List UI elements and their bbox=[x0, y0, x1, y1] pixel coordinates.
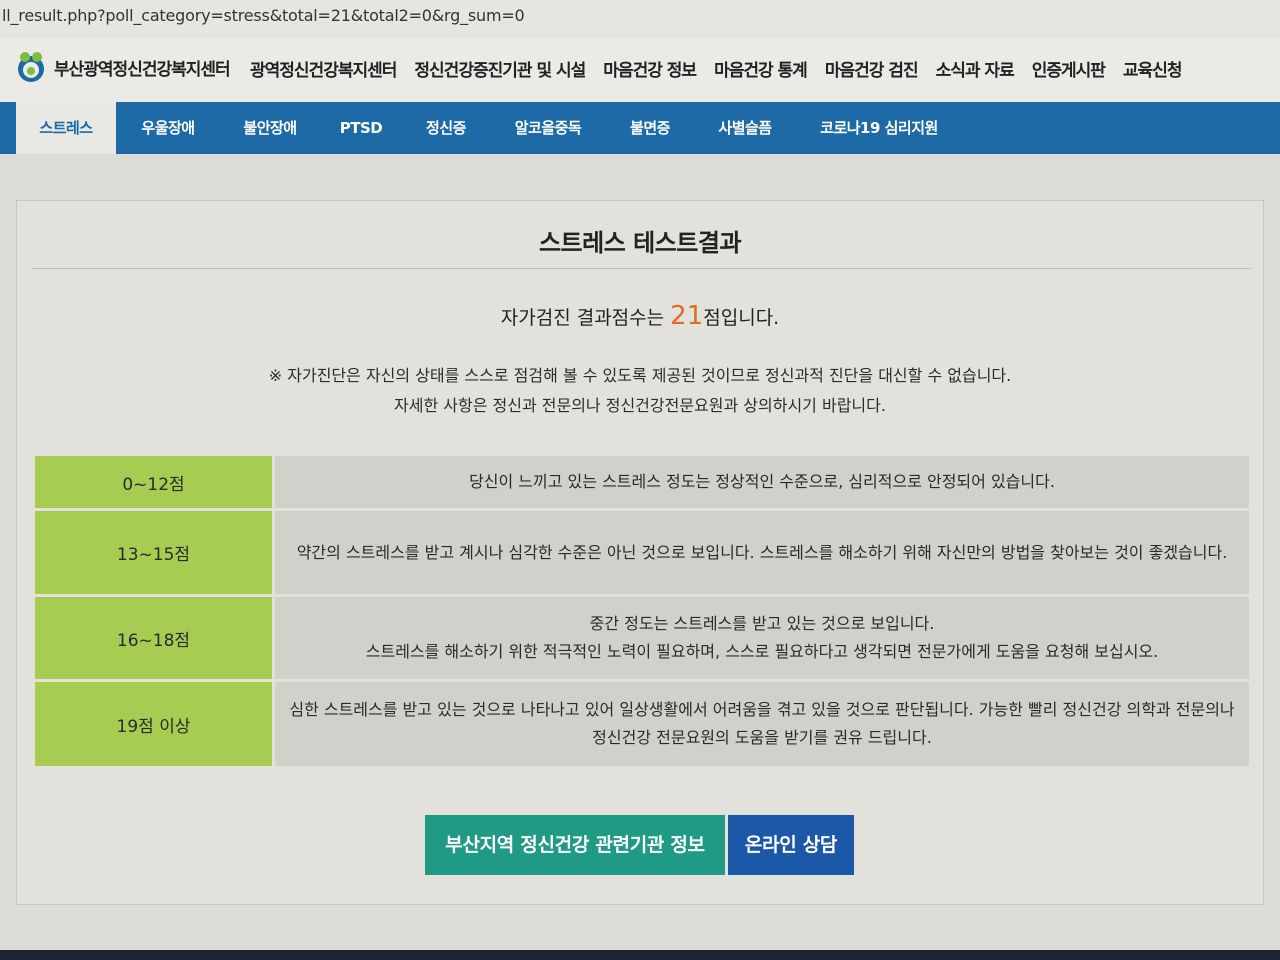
test-category-tabs: 스트레스 우울장애 불안장애 PTSD 정신증 알코올중독 불면증 사별슬픔 코… bbox=[0, 102, 1280, 154]
nav-item-board[interactable]: 인증게시판 bbox=[1032, 56, 1106, 81]
tab-insomnia[interactable]: 불면증 bbox=[612, 102, 688, 154]
tab-depression[interactable]: 우울장애 bbox=[120, 102, 216, 154]
tab-ptsd[interactable]: PTSD bbox=[324, 102, 398, 154]
score-description-line-2: 스트레스를 해소하기 위한 적극적인 노력이 필요하며, 스스로 필요하다고 생… bbox=[365, 642, 1159, 661]
table-row: 16~18점 중간 정도는 스트레스를 받고 있는 것으로 보입니다. 스트레스… bbox=[35, 597, 1249, 682]
score-suffix: 점입니다. bbox=[703, 307, 780, 329]
score-line: 자가검진 결과점수는 21점입니다. bbox=[17, 301, 1263, 331]
logo-icon bbox=[14, 50, 48, 84]
score-interpretation-table: 0~12점 당신이 느끼고 있는 스트레스 정도는 정상적인 수준으로, 심리적… bbox=[35, 456, 1249, 766]
tab-alcohol[interactable]: 알코올중독 bbox=[496, 102, 600, 154]
score-description: 약간의 스트레스를 받고 계시나 심각한 수준은 아닌 것으로 보입니다. 스트… bbox=[275, 511, 1249, 594]
page-title: 스트레스 테스트결과 bbox=[538, 229, 742, 257]
score-range: 16~18점 bbox=[35, 597, 275, 679]
logo-text: 부산광역정신건강복지센터 bbox=[54, 59, 231, 80]
bottom-edge bbox=[0, 950, 1280, 960]
agency-info-button[interactable]: 부산지역 정신건강 관련기관 정보 bbox=[425, 815, 725, 875]
tab-anxiety[interactable]: 불안장애 bbox=[222, 102, 318, 154]
score-prefix: 자가검진 결과점수는 bbox=[500, 307, 671, 329]
table-row: 19점 이상 심한 스트레스를 받고 있는 것으로 나타나고 있어 일상생활에서… bbox=[35, 682, 1249, 766]
score-value: 21 bbox=[670, 301, 704, 331]
disclaimer: ※ 자가진단은 자신의 상태를 스스로 점검해 볼 수 있도록 제공된 것이므로… bbox=[17, 361, 1263, 421]
disclaimer-line-1: ※ 자가진단은 자신의 상태를 스스로 점검해 볼 수 있도록 제공된 것이므로… bbox=[268, 366, 1012, 385]
result-panel: 스트레스 테스트결과 자가검진 결과점수는 21점입니다. ※ 자가진단은 자신… bbox=[16, 200, 1264, 905]
score-range: 13~15점 bbox=[35, 511, 275, 594]
nav-item-facilities[interactable]: 정신건강증진기관 및 시설 bbox=[414, 56, 586, 81]
score-description-line-1: 중간 정도는 스트레스를 받고 있는 것으로 보입니다. bbox=[589, 614, 935, 633]
address-bar[interactable]: ll_result.php?poll_category=stress&total… bbox=[0, 0, 1280, 38]
site-logo[interactable]: 부산광역정신건강복지센터 bbox=[14, 50, 231, 84]
disclaimer-line-2: 자세한 사항은 정신과 전문의나 정신건강전문요원과 상의하시기 바랍니다. bbox=[394, 396, 886, 415]
score-description: 심한 스트레스를 받고 있는 것으로 나타나고 있어 일상생활에서 어려움을 겪… bbox=[275, 682, 1249, 766]
nav-item-center[interactable]: 광역정신건강복지센터 bbox=[250, 56, 397, 81]
nav-item-info[interactable]: 마음건강 정보 bbox=[603, 56, 697, 81]
main-nav: 광역정신건강복지센터 정신건강증진기관 및 시설 마음건강 정보 마음건강 통계… bbox=[250, 56, 1199, 81]
score-range: 0~12점 bbox=[35, 456, 275, 508]
nav-item-checkup[interactable]: 마음건강 검진 bbox=[825, 56, 919, 81]
tab-covid19[interactable]: 코로나19 심리지원 bbox=[806, 102, 952, 154]
nav-item-stats[interactable]: 마음건강 통계 bbox=[714, 56, 808, 81]
nav-item-education[interactable]: 교육신청 bbox=[1123, 56, 1183, 81]
tab-psychosis[interactable]: 정신증 bbox=[406, 102, 486, 154]
score-description: 중간 정도는 스트레스를 받고 있는 것으로 보입니다. 스트레스를 해소하기 … bbox=[275, 597, 1249, 679]
score-description: 당신이 느끼고 있는 스트레스 정도는 정상적인 수준으로, 심리적으로 안정되… bbox=[275, 456, 1249, 508]
online-counsel-button[interactable]: 온라인 상담 bbox=[728, 815, 854, 875]
table-row: 0~12점 당신이 느끼고 있는 스트레스 정도는 정상적인 수준으로, 심리적… bbox=[35, 456, 1249, 511]
tab-grief[interactable]: 사별슬픔 bbox=[702, 102, 788, 154]
title-divider bbox=[31, 268, 1251, 269]
score-range: 19점 이상 bbox=[35, 682, 275, 766]
url-text: ll_result.php?poll_category=stress&total… bbox=[2, 6, 525, 25]
table-row: 13~15점 약간의 스트레스를 받고 계시나 심각한 수준은 아닌 것으로 보… bbox=[35, 511, 1249, 597]
site-header: 부산광역정신건강복지센터 광역정신건강복지센터 정신건강증진기관 및 시설 마음… bbox=[0, 38, 1280, 102]
nav-item-news[interactable]: 소식과 자료 bbox=[936, 56, 1015, 81]
tab-stress[interactable]: 스트레스 bbox=[16, 102, 116, 154]
